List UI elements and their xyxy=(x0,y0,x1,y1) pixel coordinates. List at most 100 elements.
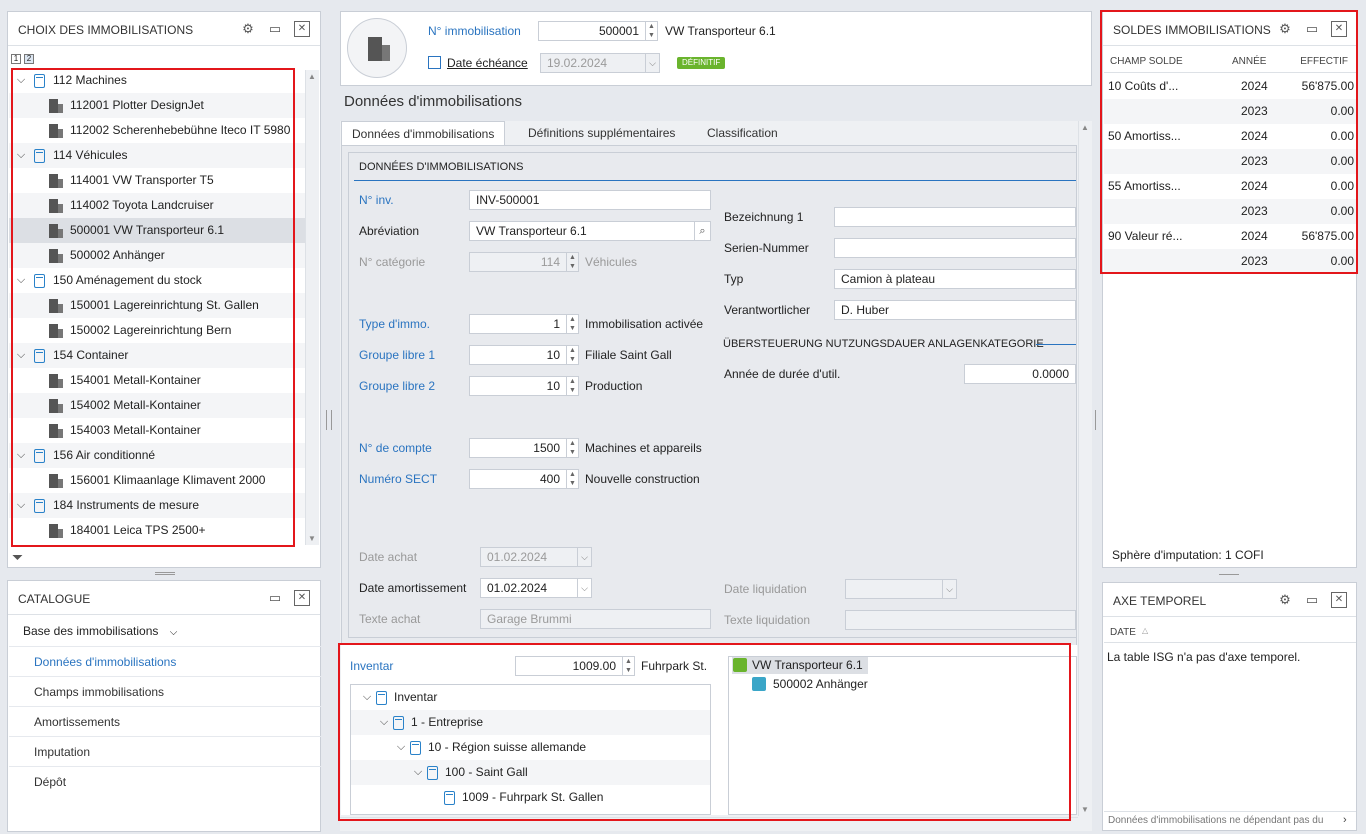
table-row[interactable]: 90 Valeur ré... 2024 56'875.00 xyxy=(1104,224,1358,249)
serial-input[interactable] xyxy=(834,238,1076,258)
typ-input[interactable]: Camion à plateau xyxy=(834,269,1076,289)
chevron-down-icon[interactable]: ⌵ xyxy=(361,685,373,710)
inventory-tree-node[interactable]: ⌵ 10 - Région suisse allemande xyxy=(351,735,710,760)
tree-group[interactable]: ⌵ 156 Air conditionné xyxy=(9,443,311,468)
tab-additional-definitions[interactable]: Définitions supplémentaires xyxy=(518,121,685,146)
group1-stepper[interactable]: ▲ ▼ xyxy=(567,345,579,365)
horizontal-scrollbar[interactable] xyxy=(340,817,1078,831)
depr-date-input[interactable]: 01.02.2024 xyxy=(480,578,578,598)
chevron-down-icon[interactable]: ⌵ xyxy=(378,710,390,735)
window-icon[interactable]: ▭ xyxy=(1304,592,1320,608)
group1-input[interactable]: 10 xyxy=(469,345,567,365)
tree-item[interactable]: 150002 Lagereinrichtung Bern xyxy=(9,318,311,343)
column-field[interactable]: CHAMP SOLDE xyxy=(1110,56,1183,67)
tab-asset-data[interactable]: Données d'immobilisations xyxy=(341,121,506,146)
catalogue-item[interactable]: Dépôt xyxy=(9,766,327,796)
chevron-down-icon[interactable]: ⌵ xyxy=(15,493,27,518)
abbr-input[interactable]: VW Transporteur 6.1 xyxy=(469,221,695,241)
life-input[interactable]: 0.0000 xyxy=(964,364,1076,384)
due-date-input[interactable]: 19.02.2024 xyxy=(540,53,646,73)
tree-group[interactable]: ⌵ 184 Instruments de mesure xyxy=(9,493,311,518)
close-icon[interactable]: ✕ xyxy=(1331,21,1347,37)
liq-date-input[interactable] xyxy=(845,579,943,599)
settings-gear-icon[interactable]: ⚙ xyxy=(1277,21,1293,37)
tree-item[interactable]: 150001 Lagereinrichtung St. Gallen xyxy=(9,293,311,318)
table-row[interactable]: 2023 0.00 xyxy=(1104,149,1358,174)
catalogue-item[interactable]: Données d'immobilisations xyxy=(9,646,327,676)
table-row[interactable]: 10 Coûts d'... 2024 56'875.00 xyxy=(1104,74,1358,99)
tree-item[interactable]: 500002 Anhänger xyxy=(9,243,311,268)
table-row[interactable]: 2023 0.00 xyxy=(1104,249,1358,274)
type-input[interactable]: 1 xyxy=(469,314,567,334)
due-date-dropdown[interactable]: ⌵ xyxy=(646,53,660,73)
table-row[interactable]: 55 Amortiss... 2024 0.00 xyxy=(1104,174,1358,199)
sect-stepper[interactable]: ▲ ▼ xyxy=(567,469,579,489)
tree-group[interactable]: ⌵ 154 Container xyxy=(9,343,311,368)
catalogue-item[interactable]: Imputation xyxy=(9,736,327,766)
account-stepper[interactable]: ▲ ▼ xyxy=(567,438,579,458)
window-icon[interactable]: ▭ xyxy=(267,21,283,37)
close-icon[interactable]: ✕ xyxy=(1331,592,1347,608)
asset-no-input[interactable]: 500001 xyxy=(538,21,646,41)
tree-item[interactable]: 112002 Scherenhebebühne Iteco IT 5980 xyxy=(9,118,311,143)
inventory-tree-node[interactable]: ⌵ 1 - Entreprise xyxy=(351,710,710,735)
filter-icon[interactable]: ⏷ xyxy=(12,549,23,566)
tree-item[interactable]: 184001 Leica TPS 2500+ xyxy=(9,518,311,543)
inventory-stepper[interactable]: ▲ ▼ xyxy=(623,656,635,676)
purchase-text-input[interactable]: Garage Brummi xyxy=(480,609,711,629)
table-row[interactable]: 50 Amortiss... 2024 0.00 xyxy=(1104,124,1358,149)
close-icon[interactable]: ✕ xyxy=(294,590,310,606)
group2-input[interactable]: 10 xyxy=(469,376,567,396)
splitter-handle-left[interactable] xyxy=(326,410,332,430)
tree-item[interactable]: 500001 VW Transporteur 6.1 xyxy=(9,218,311,243)
bez-input[interactable] xyxy=(834,207,1076,227)
tree-group[interactable]: ⌵ 150 Aménagement du stock xyxy=(9,268,311,293)
tree-scrollbar[interactable]: ▲ ▼ xyxy=(305,70,319,545)
purchase-date-dropdown[interactable]: ⌵ xyxy=(578,547,592,567)
inv-no-input[interactable]: INV-500001 xyxy=(469,190,711,210)
asset-no-stepper[interactable]: ▲ ▼ xyxy=(646,21,658,41)
tree-node-anhaenger[interactable]: 500002 Anhänger xyxy=(752,676,902,693)
level-2-button[interactable]: 2 xyxy=(24,54,34,64)
timeline-column-header[interactable]: DATE △ xyxy=(1104,621,1356,643)
splitter-handle-left-bottom[interactable] xyxy=(155,572,175,575)
liq-text-input[interactable] xyxy=(845,610,1076,630)
resp-input[interactable]: D. Huber xyxy=(834,300,1076,320)
search-icon[interactable]: ⌕ xyxy=(695,221,711,241)
category-stepper[interactable]: ▲ ▼ xyxy=(567,252,579,272)
splitter-handle-right-bottom[interactable] xyxy=(1219,574,1239,577)
sect-input[interactable]: 400 xyxy=(469,469,567,489)
type-stepper[interactable]: ▲ ▼ xyxy=(567,314,579,334)
tree-item[interactable]: 114002 Toyota Landcruiser xyxy=(9,193,311,218)
chevron-down-icon[interactable]: ⌵ xyxy=(15,268,27,293)
catalogue-item[interactable]: Champs immobilisations xyxy=(9,676,327,706)
window-icon[interactable]: ▭ xyxy=(267,590,283,606)
inventory-tree-node[interactable]: ⌵ 100 - Saint Gall xyxy=(351,760,710,785)
tree-item[interactable]: 156001 Klimaanlage Klimavent 2000 xyxy=(9,468,311,493)
chevron-down-icon[interactable]: ⌵ xyxy=(15,343,27,368)
depr-date-dropdown[interactable]: ⌵ xyxy=(578,578,592,598)
settings-gear-icon[interactable]: ⚙ xyxy=(240,21,256,37)
tree-group[interactable]: ⌵ 114 Véhicules xyxy=(9,143,311,168)
tree-node-vw-transporteur[interactable]: VW Transporteur 6.1 xyxy=(732,657,868,674)
chevron-down-icon[interactable]: ⌵ xyxy=(395,735,407,760)
catalogue-item[interactable]: Amortissements xyxy=(9,706,327,736)
due-date-checkbox[interactable] xyxy=(428,56,441,69)
chevron-down-icon[interactable]: ⌵ xyxy=(412,760,424,785)
liq-date-dropdown[interactable]: ⌵ xyxy=(943,579,957,599)
tree-item[interactable]: 114001 VW Transporter T5 xyxy=(9,168,311,193)
tree-item[interactable]: 154003 Metall-Kontainer xyxy=(9,418,311,443)
category-input[interactable]: 114 xyxy=(469,252,567,272)
column-actual[interactable]: EFFECTIF xyxy=(1300,56,1348,67)
level-1-button[interactable]: 1 xyxy=(11,54,21,64)
chevron-down-icon[interactable]: ⌵ xyxy=(15,443,27,468)
group2-stepper[interactable]: ▲ ▼ xyxy=(567,376,579,396)
inventory-input[interactable]: 1009.00 xyxy=(515,656,623,676)
catalogue-section[interactable]: Base des immobilisations ⌵ xyxy=(9,616,321,646)
account-input[interactable]: 1500 xyxy=(469,438,567,458)
chevron-down-icon[interactable]: ⌵ xyxy=(15,68,27,93)
tree-item[interactable]: 154002 Metall-Kontainer xyxy=(9,393,311,418)
tab-classification[interactable]: Classification xyxy=(697,121,788,146)
purchase-date-input[interactable]: 01.02.2024 xyxy=(480,547,578,567)
inventory-tree-node[interactable]: ⌵ Inventar xyxy=(351,685,710,710)
